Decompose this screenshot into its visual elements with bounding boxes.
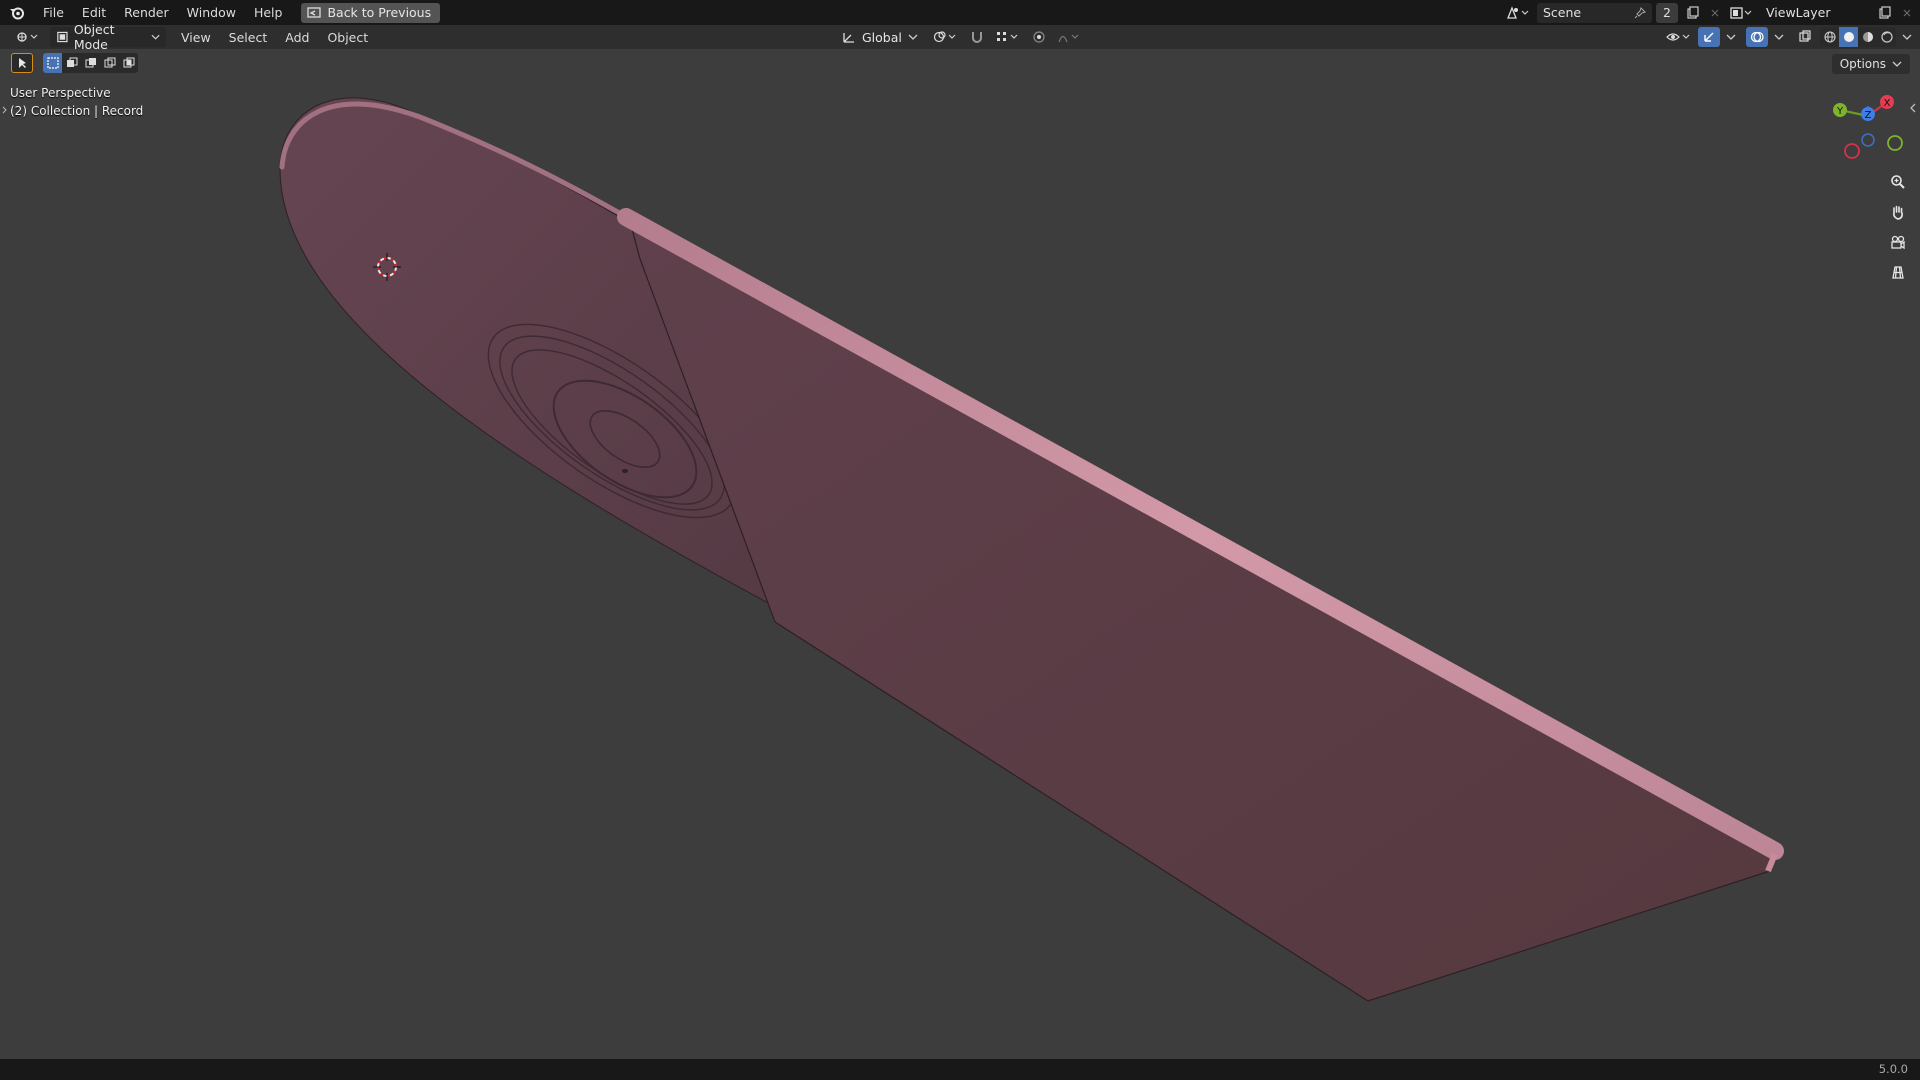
chevron-down-icon bbox=[1726, 34, 1736, 40]
pivot-dropdown[interactable] bbox=[930, 27, 960, 47]
object-mode-dropdown[interactable]: Object Mode bbox=[50, 22, 166, 52]
overlay-dropdown[interactable] bbox=[1772, 27, 1786, 47]
options-dropdown[interactable]: Options bbox=[1831, 54, 1910, 74]
selection-mode-group bbox=[43, 53, 138, 73]
wireframe-shading-icon[interactable] bbox=[1820, 27, 1839, 47]
blender-logo-icon[interactable] bbox=[0, 0, 34, 25]
menu-view[interactable]: View bbox=[172, 30, 220, 45]
perspective-label: User Perspective bbox=[10, 86, 111, 100]
select-new-icon[interactable] bbox=[43, 53, 62, 73]
visibility-dropdown[interactable] bbox=[1664, 27, 1694, 47]
scene-selector-icon[interactable] bbox=[1503, 3, 1533, 23]
overlay-toggle[interactable] bbox=[1746, 27, 1768, 47]
status-bar: 5.0.0 bbox=[0, 1059, 1920, 1080]
cube-icon bbox=[57, 31, 68, 43]
proportional-edit-toggle[interactable] bbox=[1028, 27, 1050, 47]
snap-grid-icon bbox=[996, 32, 1018, 41]
shading-mode-group bbox=[1820, 27, 1896, 47]
select-tool-button[interactable] bbox=[11, 53, 33, 73]
tool-row bbox=[11, 52, 138, 74]
record-sleeve[interactable] bbox=[617, 208, 1784, 1002]
view-layer-selector-icon[interactable] bbox=[1726, 3, 1756, 23]
top-bar: File Edit Render Window Help Back to Pre… bbox=[0, 0, 1920, 25]
gizmo-x-label: X bbox=[1884, 98, 1891, 109]
scene-user-count[interactable]: 2 bbox=[1656, 2, 1678, 23]
transform-orientation-label: Global bbox=[862, 29, 902, 45]
chevron-down-icon bbox=[1892, 61, 1902, 67]
menu-object[interactable]: Object bbox=[318, 30, 377, 45]
hand-pan-icon[interactable] bbox=[1884, 198, 1912, 226]
transform-tools: Global bbox=[836, 27, 1084, 47]
material-shading-icon[interactable] bbox=[1858, 27, 1877, 47]
transform-orientation-icon bbox=[843, 33, 854, 43]
back-to-previous-button[interactable]: Back to Previous bbox=[301, 2, 441, 23]
collection-label: (2) Collection | Record bbox=[10, 104, 144, 118]
navigation-gizmo[interactable]: X Y Z bbox=[1820, 92, 1910, 162]
menu-help[interactable]: Help bbox=[245, 0, 292, 25]
scene-name: Scene bbox=[1543, 5, 1582, 20]
overlay-icon bbox=[1750, 31, 1764, 43]
grid-ortho-icon[interactable] bbox=[1884, 258, 1912, 286]
sidebar-toggle-icon[interactable] bbox=[1908, 100, 1918, 116]
gizmo-z-label: Z bbox=[1865, 110, 1872, 121]
xray-toggle[interactable] bbox=[1794, 27, 1816, 47]
select-intersect-icon[interactable] bbox=[119, 53, 138, 73]
back-screen-icon bbox=[307, 6, 322, 18]
snap-toggle[interactable] bbox=[966, 27, 988, 47]
cursor-arrow-icon bbox=[19, 58, 26, 68]
topbar-right-controls: Scene 2 ViewLayer bbox=[1503, 0, 1914, 25]
solid-shading-icon[interactable] bbox=[1839, 27, 1858, 47]
menu-add[interactable]: Add bbox=[276, 30, 318, 45]
options-label: Options bbox=[1839, 57, 1886, 71]
xray-icon bbox=[1799, 30, 1811, 42]
new-scene-icon[interactable] bbox=[1682, 3, 1704, 23]
editor-type-icon bbox=[17, 32, 38, 42]
snap-icon bbox=[971, 32, 982, 43]
falloff-icon bbox=[1058, 34, 1079, 43]
pin-icon[interactable] bbox=[1634, 6, 1646, 19]
select-invert-icon[interactable] bbox=[100, 53, 119, 73]
new-view-layer-icon[interactable] bbox=[1874, 3, 1896, 23]
gizmo-icon bbox=[1704, 32, 1714, 42]
shading-dropdown[interactable] bbox=[1900, 27, 1914, 47]
delete-scene-icon[interactable] bbox=[1708, 3, 1722, 23]
pivot-icon bbox=[933, 31, 956, 43]
gizmo-toggle[interactable] bbox=[1698, 27, 1720, 47]
back-to-previous-label: Back to Previous bbox=[327, 5, 432, 20]
object-mode-label: Object Mode bbox=[73, 22, 115, 52]
view-layer-name[interactable]: ViewLayer bbox=[1760, 2, 1870, 23]
chevron-down-icon bbox=[1774, 34, 1784, 40]
chevron-down-icon bbox=[151, 34, 160, 40]
chevron-down-icon bbox=[908, 34, 918, 40]
3d-scene[interactable] bbox=[0, 49, 1920, 1059]
select-extend-icon[interactable] bbox=[62, 53, 81, 73]
transform-orientation-dropdown[interactable]: Global bbox=[836, 27, 924, 47]
viewport-header: Object Mode View Select Add Object Globa… bbox=[0, 22, 1920, 52]
chevron-down-icon bbox=[1902, 34, 1912, 40]
proportional-edit-icon bbox=[1033, 31, 1045, 43]
editor-type-dropdown[interactable] bbox=[10, 27, 46, 47]
visibility-icon bbox=[1666, 33, 1690, 41]
zoom-icon[interactable] bbox=[1884, 168, 1912, 196]
delete-view-layer-icon[interactable] bbox=[1900, 3, 1914, 23]
menu-window[interactable]: Window bbox=[178, 0, 245, 25]
select-subtract-icon[interactable] bbox=[81, 53, 100, 73]
rendered-shading-icon[interactable] bbox=[1877, 27, 1896, 47]
gizmo-dropdown[interactable] bbox=[1724, 27, 1738, 47]
snap-target-dropdown[interactable] bbox=[994, 27, 1022, 47]
gizmo-neg-z[interactable] bbox=[1861, 133, 1875, 147]
proportional-falloff-dropdown[interactable] bbox=[1056, 27, 1084, 47]
menu-select[interactable]: Select bbox=[220, 30, 277, 45]
gizmo-neg-x[interactable] bbox=[1844, 143, 1860, 159]
viewport-display-tools bbox=[1664, 27, 1914, 47]
scene-name-field[interactable]: Scene bbox=[1537, 2, 1652, 23]
expand-arrow-icon[interactable] bbox=[2, 104, 7, 116]
gizmo-neg-y[interactable] bbox=[1887, 135, 1903, 151]
gizmo-y-label: Y bbox=[1836, 106, 1844, 117]
camera-icon[interactable] bbox=[1884, 228, 1912, 256]
3d-viewport[interactable] bbox=[0, 49, 1920, 1059]
menu-file[interactable]: File bbox=[34, 0, 73, 25]
version-label: 5.0.0 bbox=[1878, 1062, 1908, 1076]
